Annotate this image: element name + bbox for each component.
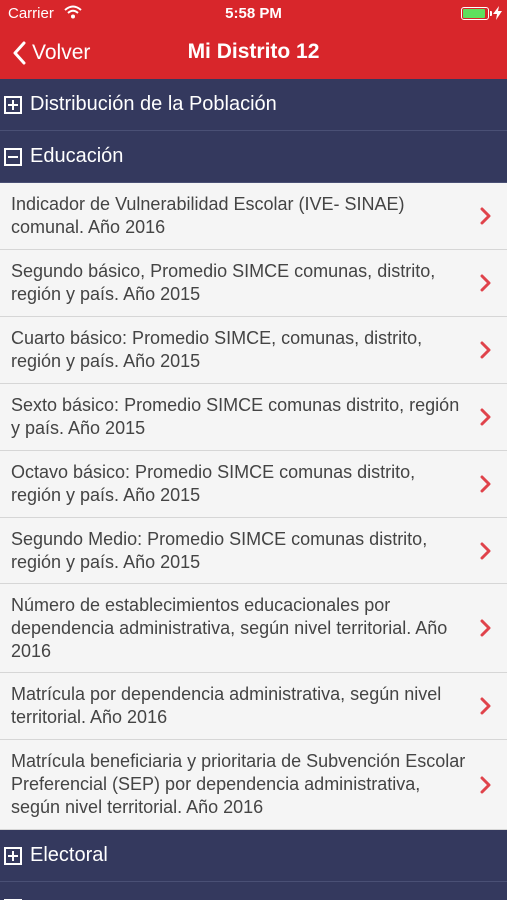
list-item[interactable]: Número de establecimientos educacionales…	[0, 584, 507, 673]
chevron-right-icon	[480, 619, 491, 637]
chevron-right-icon	[480, 542, 491, 559]
chevron-right-icon	[480, 408, 491, 426]
page-title: Mi Distrito 12	[187, 40, 320, 63]
chevron-right-icon	[480, 776, 491, 793]
chevron-right-icon	[480, 697, 491, 715]
chevron-right-icon	[480, 274, 491, 292]
chevron-right-icon	[480, 207, 491, 225]
list-item[interactable]: Octavo básico: Promedio SIMCE comunas di…	[0, 451, 507, 518]
section-educacion[interactable]: Educación	[0, 131, 507, 183]
section-partially-visible[interactable]	[0, 882, 507, 900]
chevron-right-icon	[480, 475, 491, 493]
item-label: Octavo básico: Promedio SIMCE comunas di…	[11, 462, 416, 505]
list-item[interactable]: Segundo básico, Promedio SIMCE comunas, …	[0, 250, 507, 317]
navigation-header: Carrier 5:58 PM Volver Mi Distrito 12	[0, 0, 507, 79]
item-label: Cuarto básico: Promedio SIMCE, comunas, …	[11, 328, 423, 371]
list-item[interactable]: Sexto básico: Promedio SIMCE comunas dis…	[0, 384, 507, 451]
list-item[interactable]: Matrícula por dependencia administrativa…	[0, 673, 507, 740]
section-label: Electoral	[30, 844, 108, 866]
item-label: Matrícula por dependencia administrativa…	[11, 684, 442, 727]
collapse-minus-icon	[4, 147, 22, 166]
list-item[interactable]: Cuarto básico: Promedio SIMCE, comunas, …	[0, 317, 507, 384]
list-item[interactable]: Matrícula beneficiaria y prioritaria de …	[0, 740, 507, 830]
expand-plus-icon	[4, 95, 22, 114]
charging-icon	[493, 6, 502, 20]
list-item[interactable]: Indicador de Vulnerabilidad Escolar (IVE…	[0, 183, 507, 250]
item-label: Matrícula beneficiaria y prioritaria de …	[11, 751, 466, 817]
section-label: Distribución de la Población	[30, 93, 277, 115]
item-label: Indicador de Vulnerabilidad Escolar (IVE…	[11, 194, 405, 237]
chevron-right-icon	[480, 341, 491, 359]
section-distribucion-poblacion[interactable]: Distribución de la Población	[0, 79, 507, 131]
item-label: Segundo básico, Promedio SIMCE comunas, …	[11, 261, 436, 304]
item-label: Segundo Medio: Promedio SIMCE comunas di…	[11, 529, 428, 572]
nav-bar: Volver Mi Distrito 12	[0, 28, 507, 79]
section-electoral[interactable]: Electoral	[0, 830, 507, 882]
section-label: Educación	[30, 145, 124, 167]
item-label: Número de establecimientos educacionales…	[11, 595, 448, 661]
expand-plus-icon	[4, 846, 22, 865]
battery-icon	[461, 7, 492, 20]
item-label: Sexto básico: Promedio SIMCE comunas dis…	[11, 395, 460, 438]
list-item[interactable]: Segundo Medio: Promedio SIMCE comunas di…	[0, 518, 507, 584]
status-bar: Carrier 5:58 PM	[0, 0, 507, 28]
clock: 5:58 PM	[225, 5, 282, 22]
